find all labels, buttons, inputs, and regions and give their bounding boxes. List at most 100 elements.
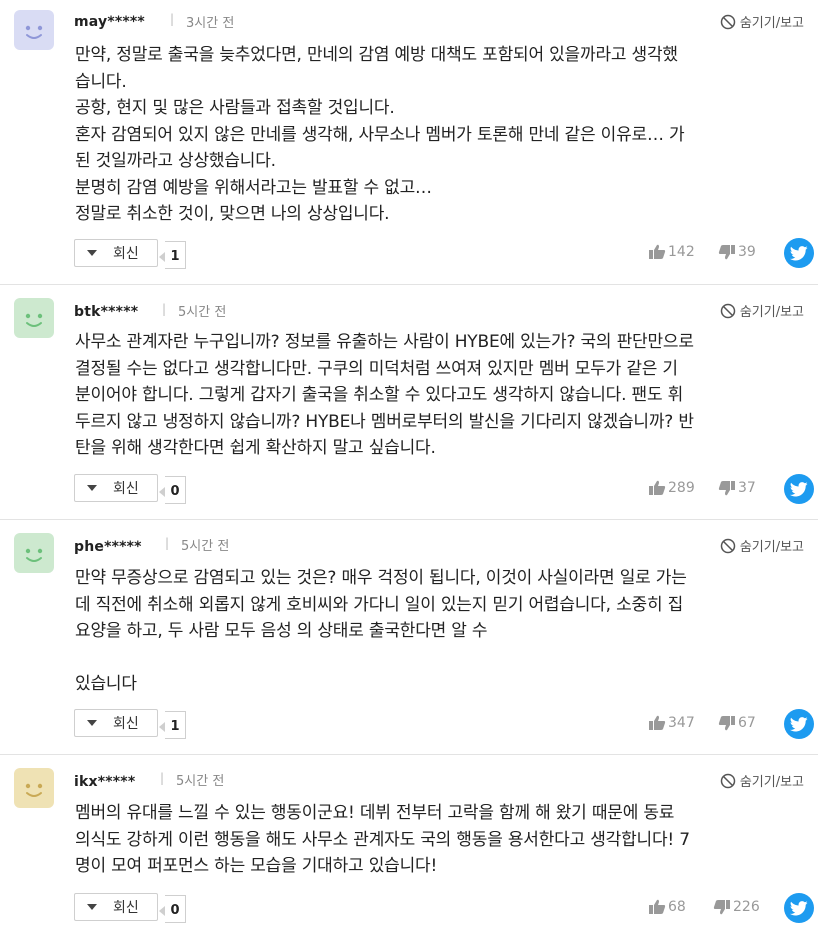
comment-line: 공항, 현지 및 많은 사람들과 접촉할 것입니다. <box>75 98 395 118</box>
caret-down-icon <box>87 485 97 491</box>
dislike-button[interactable]: 226 <box>713 899 760 915</box>
reply-label: 회신 <box>113 481 139 497</box>
reply-label: 회신 <box>113 900 139 916</box>
comment-line: 만약, 정말로 출국을 늦추었다면, 만네의 감염 예방 대책도 포함되어 있을… <box>75 45 678 65</box>
thumbs-up-icon <box>649 899 666 914</box>
hide-report-button[interactable]: 숨기기/보고 <box>720 536 804 555</box>
hide-report-button[interactable]: 숨기기/보고 <box>720 301 804 320</box>
like-button[interactable]: 142 <box>648 244 695 260</box>
comment-line: 탄을 위해 생각한다면 쉽게 확산하지 말고 싶습니다. <box>75 438 436 458</box>
thumbs-up-icon <box>649 480 666 495</box>
ban-icon <box>720 538 736 553</box>
avatar[interactable] <box>14 533 54 573</box>
like-button[interactable]: 289 <box>648 480 695 496</box>
timestamp: 5시간 전 <box>181 539 230 554</box>
reply-label: 회신 <box>113 246 139 262</box>
dislike-count: 67 <box>738 715 756 731</box>
twitter-share-button[interactable] <box>784 474 814 504</box>
comment-body: 만약 무증상으로 감염되고 있는 것은? 매우 걱정이 됩니다, 이것이 사실이… <box>75 565 814 698</box>
reply-button[interactable]: 회신 <box>74 239 158 267</box>
username[interactable]: phe***** <box>74 539 142 555</box>
thumbs-down-icon <box>718 245 735 260</box>
comment-line <box>75 645 814 672</box>
username[interactable]: ikx***** <box>74 774 135 790</box>
like-button[interactable]: 68 <box>648 899 686 915</box>
comment-body: 사무소 관계자란 누구입니까? 정보를 유출하는 사람이 HYBE에 있는가? … <box>75 329 814 462</box>
comment-item: may***** | 3시간 전 숨기기/보고 만약, 정말로 출국을 늦추었다… <box>0 0 818 284</box>
thumbs-down-icon <box>718 481 735 496</box>
hide-report-button[interactable]: 숨기기/보고 <box>720 12 804 31</box>
ban-icon <box>720 773 736 788</box>
caret-down-icon <box>87 720 97 726</box>
caret-down-icon <box>87 904 97 910</box>
twitter-share-button[interactable] <box>784 893 814 923</box>
comment-line: 습니다. <box>75 71 127 92</box>
comment-line: 요양을 하고, 두 사람 모두 음성 의 상태로 출국한다면 알 수 <box>75 621 488 641</box>
thumbs-down-icon <box>718 716 735 731</box>
reply-count: 1 <box>159 241 186 269</box>
smiley-icon <box>25 548 43 562</box>
smiley-icon <box>25 25 43 39</box>
comment-line: 만약 무증상으로 감염되고 있는 것은? 매우 걱정이 됩니다, 이것이 사실이… <box>75 568 687 588</box>
reply-label: 회신 <box>113 716 139 732</box>
avatar[interactable] <box>14 298 54 338</box>
dislike-count: 226 <box>733 899 760 915</box>
hide-report-label: 숨기기/보고 <box>739 775 804 790</box>
smiley-icon <box>25 783 43 797</box>
divider: | <box>170 12 175 26</box>
comment-line: 분이어야 합니다. 그렇게 갑자기 출국을 취소할 수 있다고도 생각하지 않습… <box>75 385 684 405</box>
twitter-share-button[interactable] <box>784 238 814 268</box>
username[interactable]: may***** <box>74 14 145 30</box>
comment-item: phe***** | 5시간 전 숨기기/보고 만약 무증상으로 감염되고 있는… <box>0 520 818 754</box>
comment-line: 명이 모여 퍼포먼스 하는 모습을 기대하고 있습니다! <box>75 856 438 876</box>
comment-line: 의식도 강하게 이런 행동을 해도 사무소 관계자도 국의 행동을 용서한다고 … <box>75 829 690 850</box>
like-count: 142 <box>668 244 695 260</box>
comment-item: btk***** | 5시간 전 숨기기/보고 사무소 관계자란 누구입니까? … <box>0 285 818 519</box>
dislike-button[interactable]: 39 <box>718 244 756 260</box>
smiley-icon <box>25 313 43 327</box>
avatar[interactable] <box>14 10 54 50</box>
like-button[interactable]: 347 <box>648 715 695 731</box>
ban-icon <box>720 14 736 29</box>
avatar[interactable] <box>14 768 54 808</box>
like-count: 347 <box>668 715 695 731</box>
comment-line: 있습니다 <box>75 674 137 694</box>
reply-button[interactable]: 회신 <box>74 474 158 502</box>
divider: | <box>165 536 170 550</box>
dislike-count: 37 <box>738 480 756 496</box>
comment-line: 정말로 취소한 것이, 맞으면 나의 상상입니다. <box>75 204 390 224</box>
divider: | <box>160 771 165 785</box>
hide-report-label: 숨기기/보고 <box>739 305 804 320</box>
reply-button[interactable]: 회신 <box>74 709 158 737</box>
comment-line: 된 것일까라고 상상했습니다. <box>75 151 276 171</box>
username[interactable]: btk***** <box>74 304 138 320</box>
twitter-icon <box>790 481 808 496</box>
timestamp: 5시간 전 <box>178 305 227 320</box>
comment-line: 데 직전에 취소해 외롭지 않게 호비씨와 가다니 일이 있는지 믿기 어렵습니… <box>75 594 684 615</box>
comment-line: 두르지 않고 냉정하지 않습니까? HYBE나 멤버로부터의 발신을 기다리지 … <box>75 411 694 432</box>
dislike-count: 39 <box>738 244 756 260</box>
hide-report-label: 숨기기/보고 <box>739 540 804 555</box>
reply-count: 0 <box>159 476 186 504</box>
divider: | <box>162 302 167 316</box>
reply-count: 1 <box>159 711 186 739</box>
twitter-icon <box>790 716 808 731</box>
timestamp: 5시간 전 <box>176 774 225 789</box>
like-count: 68 <box>668 899 686 915</box>
twitter-icon <box>790 245 808 260</box>
comment-line: 혼자 감염되어 있지 않은 만네를 생각해, 사무소나 멤버가 토론해 만네 같… <box>75 124 685 145</box>
reply-button[interactable]: 회신 <box>74 893 158 921</box>
timestamp: 3시간 전 <box>186 16 235 31</box>
dislike-button[interactable]: 37 <box>718 480 756 496</box>
like-count: 289 <box>668 480 695 496</box>
reply-count: 0 <box>159 895 186 923</box>
thumbs-down-icon <box>713 900 730 915</box>
dislike-button[interactable]: 67 <box>718 715 756 731</box>
thumbs-up-icon <box>649 244 666 259</box>
hide-report-label: 숨기기/보고 <box>739 16 804 31</box>
comment-line: 결정될 수는 없다고 생각합니다만. 구쿠의 미덕처럼 쓰여져 있지만 멤버 모… <box>75 358 678 379</box>
twitter-share-button[interactable] <box>784 709 814 739</box>
thumbs-up-icon <box>649 715 666 730</box>
hide-report-button[interactable]: 숨기기/보고 <box>720 771 804 790</box>
comment-line: 분명히 감염 예방을 위해서라고는 발표할 수 없고… <box>75 177 432 198</box>
